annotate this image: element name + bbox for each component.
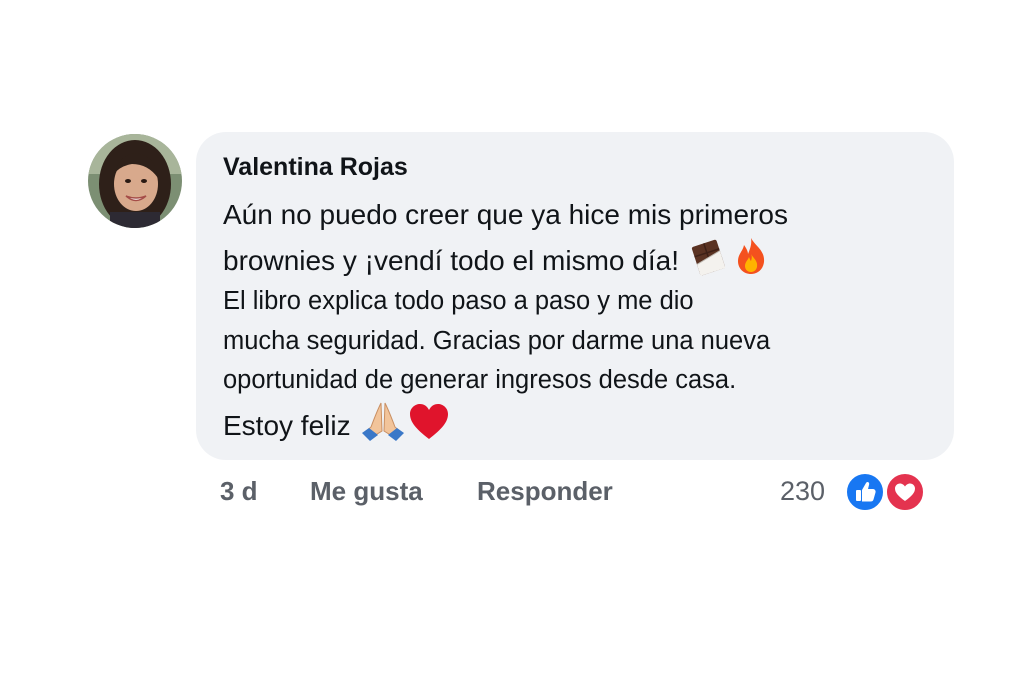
comment-text: oportunidad de generar ingresos desde ca… xyxy=(223,366,737,394)
comment-text-line: Aún no puedo creer que ya hice mis prime… xyxy=(223,194,926,236)
like-icon xyxy=(844,471,886,513)
comment-bubble: Valentina Rojas Aún no puedo creer que y… xyxy=(196,132,954,460)
reaction-count[interactable]: 230 xyxy=(780,476,825,506)
comment-text-line: oportunidad de generar ingresos desde ca… xyxy=(223,361,926,401)
comment-text-line: mucha seguridad. Gracias por darme una n… xyxy=(223,322,926,362)
comment-actions: 3 d Me gusta Responder 230 xyxy=(220,471,940,513)
comment-text: mucha seguridad. Gracias por darme una n… xyxy=(223,326,771,355)
comment-text-line: brownies y ¡vendí todo el mismo día! xyxy=(223,236,926,282)
comment-text-line: Estoy feliz xyxy=(223,401,926,447)
avatar[interactable] xyxy=(88,134,182,228)
praying-hands-icon xyxy=(360,401,406,441)
comment-timestamp[interactable]: 3 d xyxy=(220,476,258,506)
comment-text: Aún no puedo creer que ya hice mis prime… xyxy=(223,199,788,230)
reaction-summary[interactable] xyxy=(844,471,934,515)
chocolate-bar-icon xyxy=(689,236,731,276)
fire-icon xyxy=(733,236,769,276)
reply-button[interactable]: Responder xyxy=(477,476,613,506)
like-button[interactable]: Me gusta xyxy=(310,476,423,506)
love-icon xyxy=(884,471,926,513)
comment-text: brownies y ¡vendí todo el mismo día! xyxy=(223,245,679,276)
comment-text: Estoy feliz xyxy=(223,409,351,441)
red-heart-icon xyxy=(408,403,450,441)
comment-text-line: El libro explica todo paso a paso y me d… xyxy=(223,282,926,322)
comment-author[interactable]: Valentina Rojas xyxy=(223,152,926,182)
comment-text: El libro explica todo paso a paso y me d… xyxy=(223,287,694,315)
